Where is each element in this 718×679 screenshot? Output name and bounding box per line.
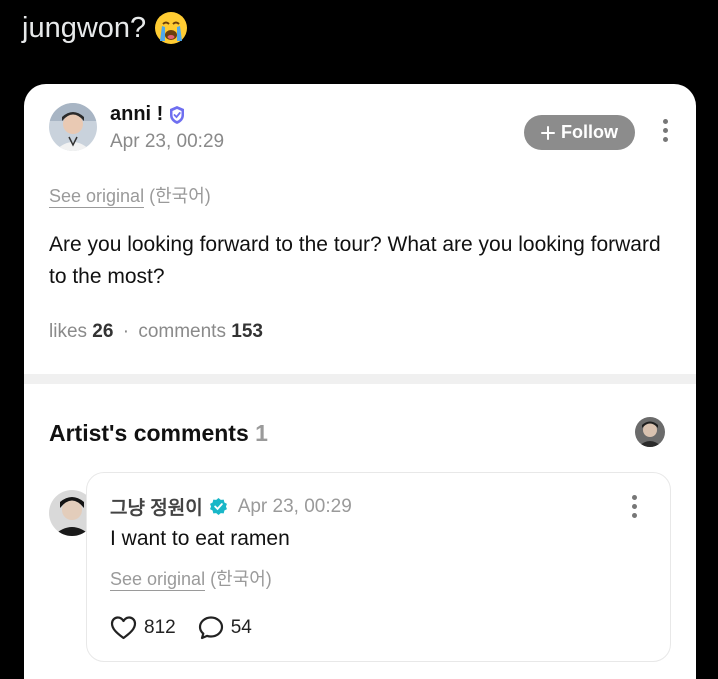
tweet-text-label: jungwon? (22, 12, 147, 44)
follow-label: Follow (561, 122, 618, 142)
reply-count: 54 (230, 616, 252, 638)
likes-count: 26 (92, 321, 114, 342)
post-author-label: anni ! (110, 103, 164, 125)
like-button[interactable]: 812 (110, 615, 176, 640)
post-see-original: See original (한국어) (49, 182, 211, 208)
post-timestamp: Apr 23, 00:29 (110, 131, 225, 152)
see-original-link[interactable]: See original (49, 186, 145, 208)
shield-check-icon (170, 105, 185, 124)
comment-see-original-link[interactable]: See original (110, 569, 206, 591)
loudly-crying-face-emoji (155, 12, 188, 44)
tweet-text: jungwon? (22, 8, 188, 48)
speech-bubble-icon (198, 616, 223, 640)
artist-avatar-small[interactable] (635, 417, 665, 447)
artist-comments-count: 1 (255, 420, 268, 446)
comment-reactions: 812 54 (110, 615, 274, 640)
comment-see-original: See original (한국어) (110, 565, 272, 591)
post-author-avatar[interactable] (49, 103, 97, 151)
post-more-options-icon[interactable] (662, 119, 668, 142)
post-author-name[interactable]: anni ! (110, 103, 187, 126)
post-stats: likes 26 · comments 153 (49, 321, 263, 343)
comment-timestamp: Apr 23, 00:29 (237, 495, 352, 517)
like-count: 812 (144, 616, 176, 638)
section-divider (24, 374, 696, 384)
post-card: anni ! Apr 23, 00:29 Follow See original… (24, 84, 696, 679)
comment-more-options-icon[interactable] (631, 495, 637, 518)
comment-author-name: 그냥 정원이 (110, 498, 203, 519)
comment-author[interactable]: 그냥 정원이 Apr 23, 00:29 (110, 493, 352, 520)
artist-comments-title: Artist's comments 1 (49, 420, 268, 447)
comments-label: comments (138, 321, 226, 342)
likes-label: likes (49, 321, 88, 342)
artist-comment-card: 그냥 정원이 Apr 23, 00:29 I want to eat ramen… (86, 472, 671, 662)
stats-separator: · (122, 321, 130, 342)
comment-see-original-language: (한국어) (210, 569, 272, 589)
comments-count: 153 (231, 321, 263, 342)
verified-badge-icon (209, 497, 227, 516)
see-original-language: (한국어) (149, 186, 211, 206)
plus-icon (541, 125, 555, 140)
comment-text: I want to eat ramen (110, 527, 290, 550)
heart-icon (110, 616, 137, 640)
follow-button[interactable]: Follow (524, 115, 635, 150)
artist-comments-label: Artist's comments (49, 420, 249, 446)
reply-button[interactable]: 54 (198, 615, 252, 640)
post-body: Are you looking forward to the tour? Wha… (49, 233, 661, 288)
